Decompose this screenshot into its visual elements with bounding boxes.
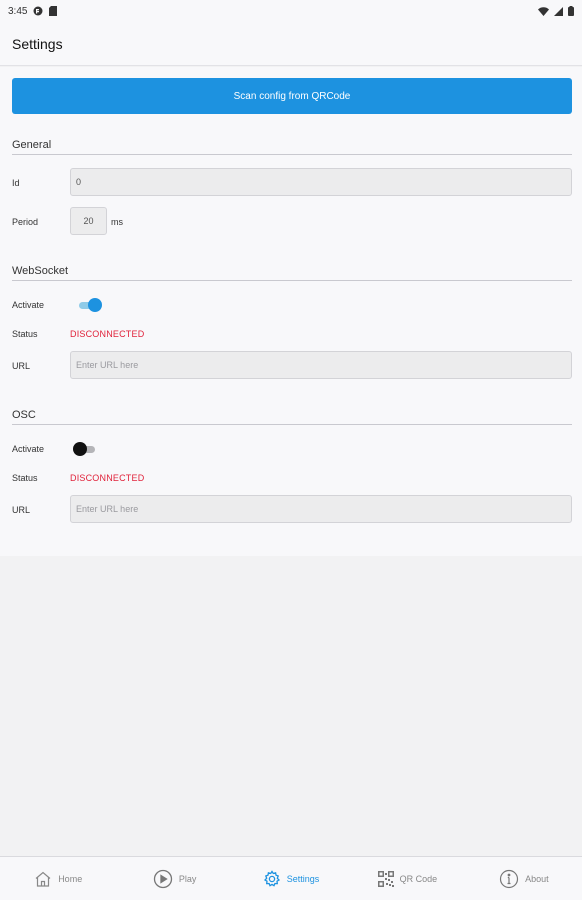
play-icon bbox=[153, 869, 173, 889]
signal-icon bbox=[554, 6, 563, 16]
toggle-knob bbox=[73, 442, 87, 456]
nav-item-label: Home bbox=[58, 873, 83, 884]
bottom-navigation: Home Play Settings QR Code About bbox=[0, 856, 582, 900]
nav-item-label: QR Code bbox=[399, 873, 438, 884]
osc-activate-label: Activate bbox=[12, 444, 45, 454]
websocket-status-value: DISCONNECTED bbox=[70, 329, 145, 339]
nav-item-label: Settings bbox=[286, 873, 320, 884]
wifi-icon bbox=[538, 6, 549, 16]
page-title: Settings bbox=[12, 35, 63, 52]
websocket-url-input[interactable]: Enter URL here bbox=[70, 351, 572, 379]
settings-content: Scan config from QRCode General Id 0 Per… bbox=[0, 67, 582, 556]
nav-item-label: About bbox=[525, 873, 549, 884]
nav-item-label: Play bbox=[178, 873, 197, 884]
app-bar: Settings bbox=[0, 22, 582, 66]
websocket-url-label: URL bbox=[12, 361, 31, 371]
osc-url-input[interactable]: Enter URL here bbox=[70, 495, 572, 523]
home-icon bbox=[34, 870, 52, 888]
scan-qrcode-button[interactable]: Scan config from QRCode bbox=[12, 78, 572, 114]
websocket-status-label: Status bbox=[12, 329, 38, 339]
battery-icon bbox=[568, 6, 574, 16]
websocket-activate-label: Activate bbox=[12, 300, 45, 310]
status-bar: 3:45 bbox=[0, 0, 582, 22]
section-divider bbox=[12, 424, 572, 425]
section-title-general: General bbox=[12, 139, 52, 151]
websocket-activate-toggle[interactable] bbox=[77, 297, 103, 313]
nav-item-play[interactable]: Play bbox=[116, 857, 232, 900]
nav-item-home[interactable]: Home bbox=[0, 857, 116, 900]
app-notification-icon bbox=[33, 6, 43, 16]
nav-item-qr-code[interactable]: QR Code bbox=[349, 857, 465, 900]
qr-code-icon bbox=[377, 870, 394, 887]
info-icon bbox=[499, 869, 519, 889]
toggle-knob bbox=[88, 298, 102, 312]
section-title-websocket: WebSocket bbox=[12, 265, 69, 277]
id-field[interactable]: 0 bbox=[70, 168, 572, 196]
sd-card-icon bbox=[49, 6, 58, 16]
gear-icon bbox=[263, 869, 281, 888]
nav-item-about[interactable]: About bbox=[466, 857, 582, 900]
id-label: Id bbox=[12, 178, 20, 188]
osc-url-label: URL bbox=[12, 505, 31, 515]
period-label: Period bbox=[12, 217, 39, 227]
status-time: 3:45 bbox=[8, 5, 28, 17]
nav-item-settings[interactable]: Settings bbox=[233, 857, 349, 900]
osc-activate-toggle[interactable] bbox=[73, 441, 99, 457]
period-unit: ms bbox=[111, 217, 123, 227]
section-title-osc: OSC bbox=[12, 409, 36, 421]
section-divider bbox=[12, 280, 572, 281]
section-divider bbox=[12, 154, 572, 155]
period-field[interactable]: 20 bbox=[70, 207, 107, 235]
osc-status-value: DISCONNECTED bbox=[70, 473, 145, 483]
osc-status-label: Status bbox=[12, 473, 38, 483]
